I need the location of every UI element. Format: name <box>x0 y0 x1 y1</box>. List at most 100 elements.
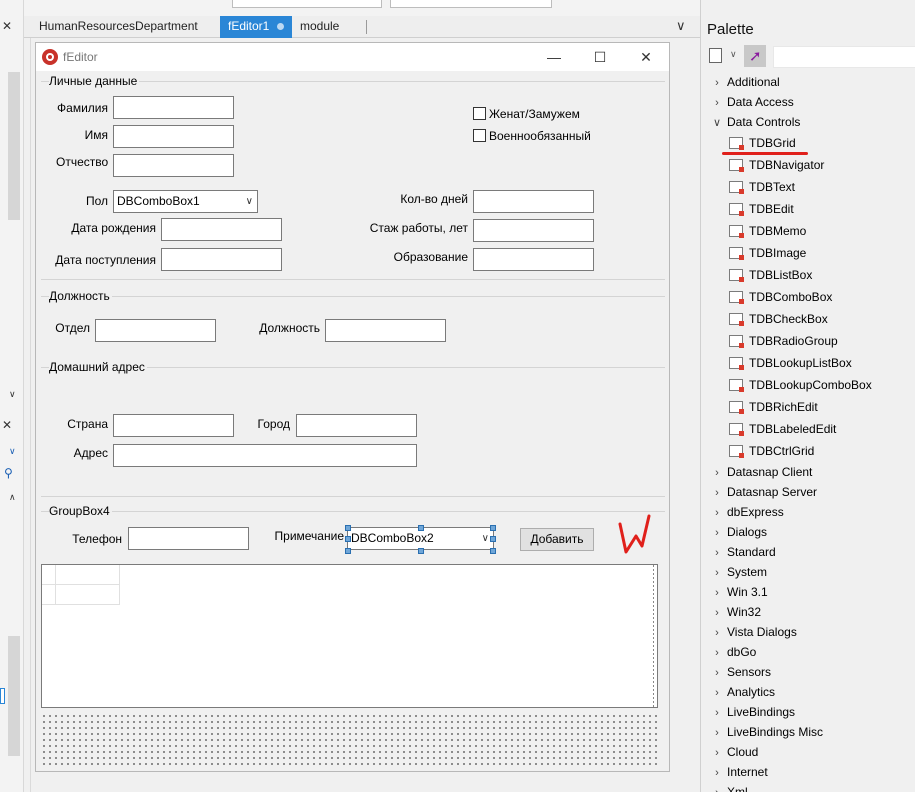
chevron-down-icon[interactable]: ∨ <box>676 18 686 34</box>
palette-category[interactable]: ›Xml <box>707 782 748 792</box>
palette-component[interactable]: TDBImage <box>729 243 806 265</box>
palette-category[interactable]: › Sensors <box>707 662 771 684</box>
palette-component[interactable]: TDBLookupListBox <box>729 353 852 375</box>
new-item-icon[interactable] <box>709 48 722 63</box>
minimize-button[interactable]: — <box>531 43 577 71</box>
palette-component[interactable]: TDBCtrlGrid <box>729 441 814 463</box>
palette-category[interactable]: › Win 3.1 <box>707 582 768 604</box>
name-field[interactable] <box>113 125 234 148</box>
close-button[interactable]: ✕ <box>623 43 669 71</box>
resize-handle[interactable] <box>418 525 424 531</box>
palette-component[interactable]: TDBListBox <box>729 265 812 287</box>
palette-category[interactable]: › dbGo <box>707 642 756 664</box>
scrollbar-thumb[interactable] <box>8 72 20 220</box>
military-checkbox[interactable]: Военнообязанный <box>473 129 591 143</box>
palette-component[interactable]: TDBCheckBox <box>729 309 828 331</box>
chevron-right-icon[interactable]: › <box>707 543 727 563</box>
education-field[interactable] <box>473 248 594 271</box>
palette-category[interactable]: › Internet <box>707 762 768 784</box>
resize-handle[interactable] <box>490 548 496 554</box>
add-button[interactable]: Добавить <box>520 528 594 551</box>
db-grid[interactable] <box>41 564 658 708</box>
palette-category[interactable]: › Datasnap Server <box>707 482 817 504</box>
toolbar-field[interactable] <box>390 0 552 8</box>
hire-date-field[interactable] <box>161 248 282 271</box>
palette-category[interactable]: › Vista Dialogs <box>707 622 797 644</box>
search-icon[interactable]: ⚲ <box>4 466 13 480</box>
palette-component[interactable]: TDBRadioGroup <box>729 331 838 353</box>
gender-combo[interactable]: DBComboBox1 ∨ <box>113 190 258 213</box>
palette-component[interactable]: TDBLabeledEdit <box>729 419 836 441</box>
chevron-right-icon[interactable]: › <box>707 503 727 523</box>
scrollbar-thumb[interactable] <box>8 636 20 756</box>
palette-component[interactable]: TDBMemo <box>729 221 806 243</box>
resize-handle[interactable] <box>490 525 496 531</box>
palette-component[interactable]: TDBRichEdit <box>729 397 818 419</box>
surname-field[interactable] <box>113 96 234 119</box>
chevron-right-icon[interactable]: › <box>707 683 727 703</box>
palette-category[interactable]: › Win32 <box>707 602 761 624</box>
chevron-right-icon[interactable]: › <box>707 723 727 743</box>
palette-component[interactable]: TDBNavigator <box>729 155 824 177</box>
chevron-right-icon[interactable]: › <box>707 703 727 723</box>
pointer-tool-button[interactable]: ➚ <box>744 45 766 67</box>
palette-category[interactable]: › System <box>707 562 767 584</box>
tab-human-resources[interactable]: HumanResourcesDepartment <box>31 16 206 38</box>
chevron-right-icon[interactable]: › <box>707 603 727 623</box>
chevron-right-icon[interactable]: › <box>707 763 727 783</box>
chevron-down-icon[interactable]: ∨ <box>246 191 253 212</box>
palette-category[interactable]: › Dialogs <box>707 522 767 544</box>
chevron-down-icon[interactable]: ∨ <box>9 389 16 400</box>
chevron-right-icon[interactable]: › <box>707 623 727 643</box>
chevron-right-icon[interactable]: › <box>707 463 727 483</box>
chevron-right-icon[interactable]: › <box>707 743 727 763</box>
chevron-right-icon[interactable]: › <box>707 523 727 543</box>
position-field[interactable] <box>325 319 446 342</box>
tab-feditor1[interactable]: fEditor1 <box>220 16 293 38</box>
close-icon[interactable]: ✕ <box>2 19 12 33</box>
chevron-right-icon[interactable]: › <box>707 783 727 792</box>
chevron-down-icon[interactable]: ∨ <box>482 528 489 549</box>
checkbox-box[interactable] <box>473 129 486 142</box>
palette-component[interactable]: TDBComboBox <box>729 287 832 309</box>
chevron-right-icon[interactable]: › <box>707 663 727 683</box>
palette-category[interactable]: › Additional <box>707 72 780 94</box>
palette-category[interactable]: › Standard <box>707 542 776 564</box>
palette-category[interactable]: › Cloud <box>707 742 758 764</box>
palette-category[interactable]: › LiveBindings Misc <box>707 722 823 744</box>
chevron-right-icon[interactable]: › <box>707 583 727 603</box>
toolbar-field[interactable] <box>232 0 382 8</box>
chevron-down-icon[interactable]: ∨ <box>9 446 16 457</box>
palette-component[interactable]: TDBLookupComboBox <box>729 375 872 397</box>
feditor-form[interactable]: fEditor — ☐ ✕ Личные данные Фамилия Имя … <box>35 42 670 772</box>
palette-category[interactable]: › LiveBindings <box>707 702 795 724</box>
palette-component[interactable]: TDBEdit <box>729 199 794 221</box>
grid-cell[interactable] <box>56 585 120 605</box>
grid-header-cell[interactable] <box>56 565 120 585</box>
palette-category[interactable]: ∨ Data Controls <box>707 112 800 134</box>
chevron-down-icon[interactable]: ∨ <box>730 49 737 60</box>
window-titlebar[interactable]: fEditor — ☐ ✕ <box>36 43 669 71</box>
palette-category[interactable]: › dbExpress <box>707 502 784 524</box>
department-field[interactable] <box>95 319 216 342</box>
experience-field[interactable] <box>473 219 594 242</box>
palette-component[interactable]: TDBText <box>729 177 795 199</box>
birth-date-field[interactable] <box>161 218 282 241</box>
chevron-right-icon[interactable]: › <box>707 563 727 583</box>
patronymic-field[interactable] <box>113 154 234 177</box>
country-field[interactable] <box>113 414 234 437</box>
chevron-right-icon[interactable]: › <box>707 93 727 113</box>
chevron-right-icon[interactable]: › <box>707 483 727 503</box>
chevron-down-icon[interactable]: ∨ <box>707 113 727 133</box>
chevron-right-icon[interactable]: › <box>707 643 727 663</box>
married-checkbox[interactable]: Женат/Замужем <box>473 107 580 121</box>
phone-field[interactable] <box>128 527 249 550</box>
address-field[interactable] <box>113 444 417 467</box>
resize-handle[interactable] <box>345 525 351 531</box>
chevron-up-icon[interactable]: ∧ <box>9 492 16 503</box>
tab-module[interactable]: module <box>292 16 347 38</box>
palette-category[interactable]: › Data Access <box>707 92 794 114</box>
close-icon[interactable]: ✕ <box>2 418 12 432</box>
maximize-button[interactable]: ☐ <box>577 43 623 71</box>
resize-handle[interactable] <box>345 536 351 542</box>
